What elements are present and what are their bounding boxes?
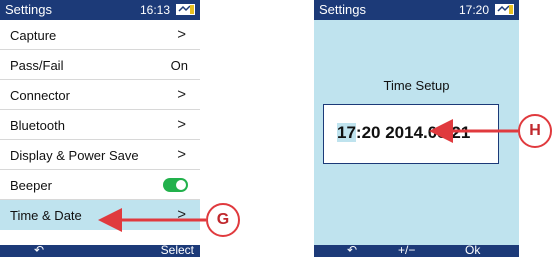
callout-arrows	[98, 119, 518, 232]
callout-g: G	[206, 203, 240, 237]
callout-h: H	[518, 114, 552, 148]
